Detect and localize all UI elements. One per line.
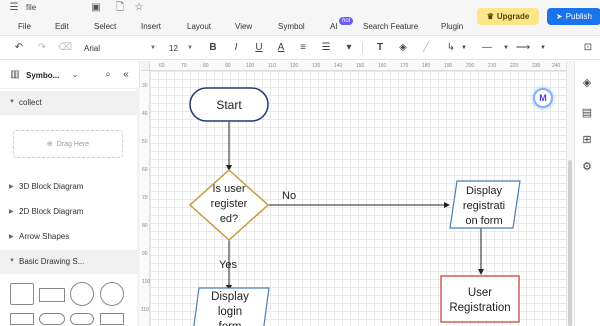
decision-line-2: register <box>211 198 248 210</box>
yes-label: Yes <box>219 259 237 271</box>
decision-line-3: ed? <box>220 213 238 225</box>
no-label: No <box>282 190 296 202</box>
display-form-line-1: Display <box>466 185 503 197</box>
decision-node[interactable]: Is user register ed? <box>188 168 270 242</box>
start-node[interactable]: Start <box>189 87 269 122</box>
display-registration-form-node[interactable]: Display registrati on form <box>449 180 521 229</box>
start-node-label: Start <box>216 98 242 112</box>
right-tool-rail <box>574 61 600 326</box>
fill-bucket-icon[interactable]: ◈ <box>580 76 594 90</box>
canvas-scrollbar-thumb[interactable] <box>568 160 572 326</box>
user-registration-node[interactable]: User Registration <box>440 275 520 323</box>
flowchart: Start Is user register ed? No Yes Displa… <box>188 87 521 326</box>
display-login-form-node[interactable]: Display login form <box>192 287 270 326</box>
display-form-line-3: on form <box>465 215 502 227</box>
settings-icon[interactable]: ⚙ <box>580 160 594 174</box>
registration-line-2: Registration <box>449 302 510 314</box>
page-style-icon[interactable]: ▤ <box>580 106 594 120</box>
ai-assistant-icon[interactable]: M <box>533 88 553 108</box>
registration-line-1: User <box>468 287 492 299</box>
login-form-line-1: Display <box>211 291 249 303</box>
login-form-line-2: login <box>218 306 242 318</box>
decision-line-1: Is user <box>212 183 245 195</box>
login-form-line-3: form <box>219 321 242 326</box>
display-form-line-2: registrati <box>463 200 505 212</box>
grid-apps-icon[interactable]: ⊞ <box>580 133 594 147</box>
